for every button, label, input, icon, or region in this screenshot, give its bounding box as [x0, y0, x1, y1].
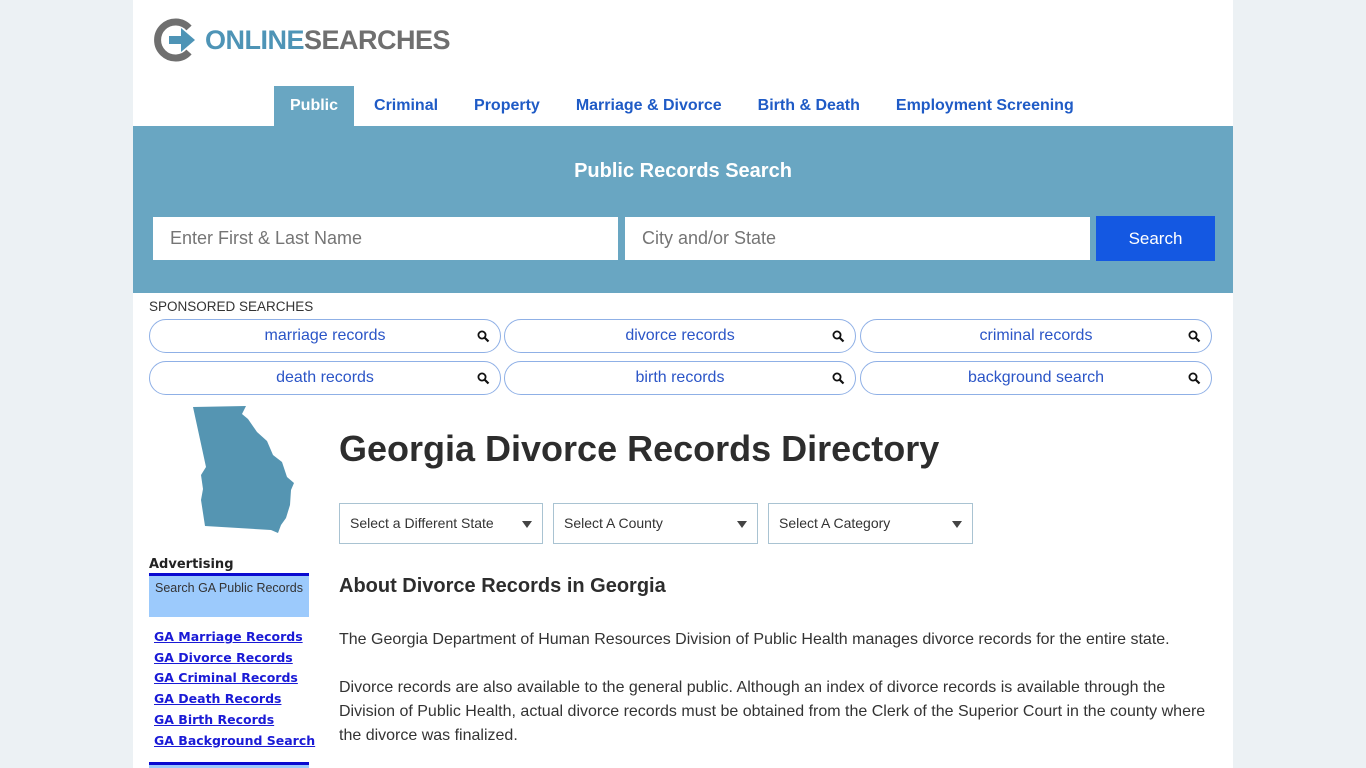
sponsored-link-label: marriage records	[264, 327, 386, 344]
ad-link-ga-criminal-records[interactable]: GA Criminal Records	[154, 668, 315, 689]
page-title: Georgia Divorce Records Directory	[339, 428, 940, 469]
select-county-value: Select A County	[564, 515, 663, 531]
sponsored-link-marriage-records[interactable]: marriage records	[149, 319, 501, 353]
sponsored-link-death-records[interactable]: death records	[149, 361, 501, 395]
page-container: ONLINESEARCHES Public Criminal Property …	[133, 0, 1233, 768]
nav-tab-property[interactable]: Property	[458, 86, 556, 126]
nav-tab-birth-death[interactable]: Birth & Death	[742, 86, 876, 126]
ad-links-list: GA Marriage Records GA Divorce Records G…	[154, 627, 315, 751]
logo-arrow-icon	[154, 18, 195, 62]
ad-link-ga-birth-records[interactable]: GA Birth Records	[154, 710, 315, 731]
sponsored-searches-label: SPONSORED SEARCHES	[149, 299, 314, 314]
main-nav: Public Criminal Property Marriage & Divo…	[274, 86, 1094, 126]
paragraph: Divorce records are also available to th…	[339, 679, 1206, 744]
sponsored-link-birth-records[interactable]: birth records	[504, 361, 856, 395]
ad-link-ga-marriage-records[interactable]: GA Marriage Records	[154, 627, 315, 648]
ad-link-ga-death-records[interactable]: GA Death Records	[154, 689, 315, 710]
select-state-value: Select a Different State	[350, 515, 494, 531]
select-category-dropdown[interactable]: Select A Category	[768, 503, 973, 544]
search-icon	[832, 372, 845, 385]
logo-text: ONLINESEARCHES	[205, 24, 451, 55]
search-banner-title: Public Records Search	[574, 160, 792, 182]
site-logo[interactable]: ONLINESEARCHES	[153, 18, 451, 62]
search-icon	[477, 330, 490, 343]
ad-link-ga-background-search[interactable]: GA Background Search	[154, 731, 315, 752]
search-icon	[832, 330, 845, 343]
sponsored-link-label: death records	[276, 369, 374, 386]
caret-down-icon	[522, 521, 532, 528]
sponsored-link-background-search[interactable]: background search	[860, 361, 1212, 395]
sponsored-link-label: birth records	[635, 369, 725, 386]
sponsored-link-label: criminal records	[979, 327, 1093, 344]
search-icon	[477, 372, 490, 385]
select-state-dropdown[interactable]: Select a Different State	[339, 503, 543, 544]
location-input[interactable]	[625, 217, 1090, 260]
select-category-value: Select A Category	[779, 515, 891, 531]
nav-tab-employment-screening[interactable]: Employment Screening	[880, 86, 1090, 126]
caret-down-icon	[737, 521, 747, 528]
sponsored-link-label: divorce records	[625, 327, 735, 344]
name-input[interactable]	[153, 217, 618, 260]
sponsored-link-label: background search	[967, 369, 1105, 386]
nav-tab-criminal[interactable]: Criminal	[358, 86, 454, 126]
select-county-dropdown[interactable]: Select A County	[553, 503, 758, 544]
search-icon	[1188, 330, 1201, 343]
search-banner: Public Records Search Search	[133, 126, 1233, 293]
search-button[interactable]: Search	[1096, 216, 1215, 261]
caret-down-icon	[952, 521, 962, 528]
section-title: About Divorce Records in Georgia	[339, 575, 666, 597]
ad-box-heading: Search GA Public Records	[149, 576, 309, 617]
advertising-label: Advertising	[149, 557, 234, 572]
ad-link-ga-divorce-records[interactable]: GA Divorce Records	[154, 648, 315, 669]
sponsored-link-divorce-records[interactable]: divorce records	[504, 319, 856, 353]
georgia-map-icon	[193, 406, 294, 533]
search-icon	[1188, 372, 1201, 385]
sponsored-link-criminal-records[interactable]: criminal records	[860, 319, 1212, 353]
paragraph: The Georgia Department of Human Resource…	[339, 631, 1170, 648]
nav-tab-marriage-divorce[interactable]: Marriage & Divorce	[560, 86, 738, 126]
nav-tab-public[interactable]: Public	[274, 86, 355, 126]
